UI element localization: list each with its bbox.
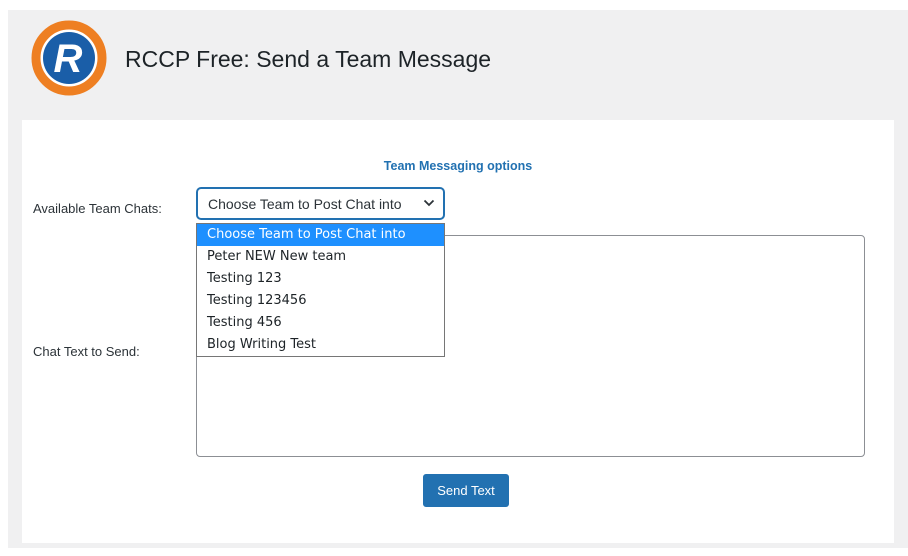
dropdown-option[interactable]: Testing 123456 <box>197 290 444 312</box>
svg-text:R: R <box>54 37 83 81</box>
chevron-down-icon <box>423 199 435 207</box>
section-heading: Team Messaging options <box>383 159 533 173</box>
team-select[interactable]: Choose Team to Post Chat into <box>197 188 444 219</box>
form-panel: Team Messaging options Available Team Ch… <box>22 120 894 543</box>
dropdown-option[interactable]: Choose Team to Post Chat into <box>197 224 444 246</box>
team-dropdown-list: Choose Team to Post Chat into Peter NEW … <box>196 223 445 357</box>
dropdown-option[interactable]: Peter NEW New team <box>197 246 444 268</box>
send-text-button[interactable]: Send Text <box>423 474 509 507</box>
dropdown-option[interactable]: Testing 456 <box>197 312 444 334</box>
page-header: R RCCP Free: Send a Team Message <box>8 10 908 118</box>
dropdown-option[interactable]: Testing 123 <box>197 268 444 290</box>
rccp-logo-icon: R <box>31 20 107 96</box>
teams-label: Available Team Chats: <box>33 201 162 216</box>
chat-label: Chat Text to Send: <box>33 344 140 359</box>
team-select-value: Choose Team to Post Chat into <box>208 196 402 212</box>
page-background: R RCCP Free: Send a Team Message Team Me… <box>8 10 908 548</box>
page-title: RCCP Free: Send a Team Message <box>125 46 492 72</box>
dropdown-option[interactable]: Blog Writing Test <box>197 334 444 356</box>
